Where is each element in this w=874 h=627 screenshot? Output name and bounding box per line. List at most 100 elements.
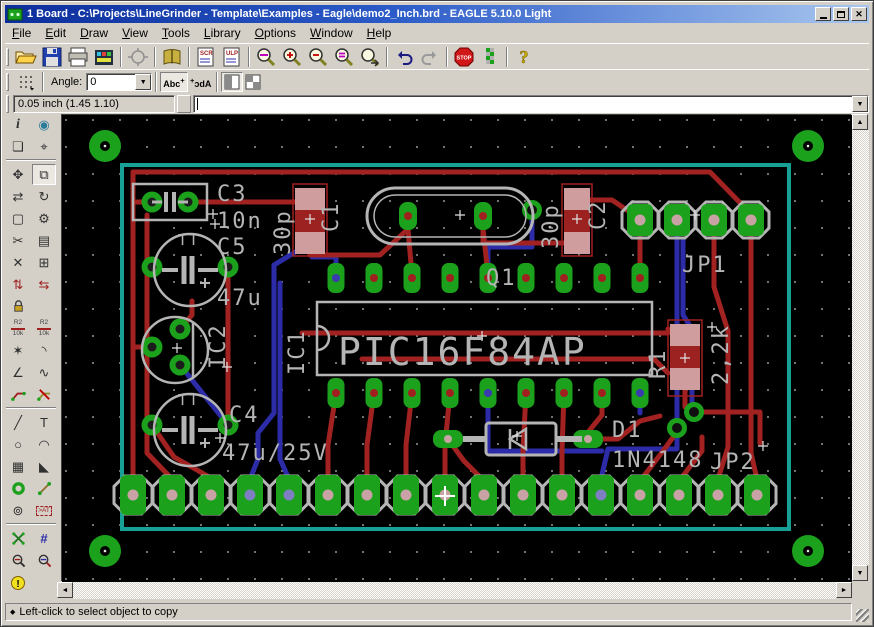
pad-hole[interactable]	[332, 389, 340, 397]
zoom-fit-icon[interactable]	[253, 46, 279, 68]
board-canvas[interactable]: C3 10n C5 47u 30p C1 Q1 30p C2 JP1 IC1 PIC16F84AP IC…	[61, 114, 852, 582]
tool-mark-icon[interactable]: ⌖	[32, 136, 56, 157]
pad-hole[interactable]	[166, 489, 178, 501]
zoom-in-icon[interactable]	[279, 46, 305, 68]
pad-hole[interactable]	[175, 324, 185, 334]
angle-select[interactable]: 0 ▼	[86, 73, 153, 91]
menu-tools[interactable]: Tools	[155, 24, 197, 43]
pad-hole[interactable]	[408, 389, 416, 397]
minimize-button[interactable]	[815, 7, 831, 21]
pad-hole[interactable]	[478, 489, 490, 501]
board-label[interactable]: C4	[229, 403, 260, 428]
menu-file[interactable]: File	[5, 24, 38, 43]
tool-group-icon[interactable]: ▢	[6, 208, 30, 229]
pad-hole[interactable]	[127, 489, 139, 501]
grid-icon[interactable]	[13, 71, 39, 93]
pad-hole[interactable]	[598, 274, 606, 282]
vertical-scrollbar[interactable]: ▲ ▼	[852, 114, 869, 581]
pad-hole[interactable]	[370, 389, 378, 397]
tool-attribute-icon[interactable]: >AT	[32, 500, 56, 521]
pad-hole[interactable]	[712, 489, 724, 501]
library-use-icon[interactable]	[159, 46, 185, 68]
quadrant-left-button[interactable]	[221, 72, 244, 92]
board-label[interactable]: 30p	[271, 209, 296, 255]
tool-move-icon[interactable]: ✥	[6, 164, 30, 185]
pad-hole[interactable]	[560, 274, 568, 282]
help-icon[interactable]: ?	[511, 46, 537, 68]
board-label[interactable]: IC2	[206, 323, 231, 369]
board-label[interactable]: 10n	[217, 209, 263, 234]
tool-ratsnest-icon[interactable]	[6, 528, 30, 549]
toolbar-grip[interactable]	[6, 73, 9, 91]
pad-hole[interactable]	[598, 389, 606, 397]
tool-name-icon[interactable]: R2 10k	[6, 318, 30, 339]
tool-paste-icon[interactable]: ▤	[32, 230, 56, 251]
pad-hole[interactable]	[673, 489, 685, 501]
run-script-icon[interactable]: SCR	[193, 46, 219, 68]
scroll-down-icon[interactable]: ▼	[852, 565, 868, 581]
tool-optimize-icon[interactable]: ∿	[32, 362, 56, 383]
pad-hole[interactable]	[404, 212, 412, 220]
tool-wire-icon[interactable]: ╱	[6, 412, 30, 433]
tool-mirror-icon[interactable]: ⇄	[6, 186, 30, 207]
close-button[interactable]: ✕	[851, 7, 867, 21]
pad-hole[interactable]	[595, 489, 607, 501]
toolbar-grip[interactable]	[6, 95, 9, 113]
tool-split-icon[interactable]: ∠	[6, 362, 30, 383]
tool-copy-icon[interactable]: ⧉	[32, 164, 56, 185]
tool-auto-icon[interactable]: #	[32, 528, 56, 549]
tool-route-icon[interactable]	[6, 384, 30, 405]
board-label[interactable]: 30p	[539, 203, 564, 249]
pad-hole[interactable]	[560, 389, 568, 397]
scroll-right-icon[interactable]: ►	[836, 582, 852, 598]
scroll-up-icon[interactable]: ▲	[852, 114, 868, 130]
pad-hole[interactable]	[634, 489, 646, 501]
tool-drc-icon[interactable]	[6, 550, 30, 571]
board-label[interactable]: 47u	[217, 286, 263, 311]
text-orientation-mirror-button[interactable]: Abc+	[188, 72, 213, 92]
pad-hole[interactable]	[322, 489, 334, 501]
tool-hole-icon[interactable]: ⊚	[6, 500, 30, 521]
tool-display-icon[interactable]: ❏	[6, 136, 30, 157]
pad-hole[interactable]	[205, 489, 217, 501]
pad-hole[interactable]	[283, 489, 295, 501]
tool-circle-icon[interactable]: ○	[6, 434, 30, 455]
menu-draw[interactable]: Draw	[73, 24, 115, 43]
board-label[interactable]: C3	[217, 182, 248, 207]
stop-icon[interactable]: STOP	[451, 46, 477, 68]
menu-options[interactable]: Options	[248, 24, 303, 43]
resize-grip[interactable]	[856, 609, 869, 622]
zoom-out-icon[interactable]	[305, 46, 331, 68]
menu-window[interactable]: Window	[303, 24, 360, 43]
pad-hole[interactable]	[517, 489, 529, 501]
toolbar-grip[interactable]	[177, 95, 191, 113]
board-label[interactable]: Q1	[486, 266, 517, 291]
tool-errors-icon[interactable]: !	[6, 572, 30, 593]
tool-text-icon[interactable]: T	[32, 412, 56, 433]
print-icon[interactable]	[65, 46, 91, 68]
pad-hole[interactable]	[370, 274, 378, 282]
tool-add-icon[interactable]: ⊞	[32, 252, 56, 273]
command-dropdown-icon[interactable]: ▼	[852, 96, 868, 112]
pad-hole[interactable]	[446, 274, 454, 282]
pad-hole[interactable]	[584, 435, 592, 443]
tool-replace-icon[interactable]: ⇆	[32, 274, 56, 295]
pad-hole[interactable]	[332, 274, 340, 282]
tool-rect-icon[interactable]: ▦	[6, 456, 30, 477]
undo-icon[interactable]	[391, 46, 417, 68]
board-label[interactable]: TT	[178, 231, 200, 249]
board-label[interactable]: C2	[586, 200, 611, 231]
run-ulp-icon[interactable]: ULP	[219, 46, 245, 68]
tool-ripup-icon[interactable]	[32, 384, 56, 405]
quadrant-all-button[interactable]	[243, 72, 263, 92]
maximize-button[interactable]	[833, 7, 849, 21]
pad-hole[interactable]	[745, 214, 757, 226]
tool-info-icon[interactable]: i	[6, 114, 30, 135]
pad-hole[interactable]	[479, 212, 487, 220]
pad-hole[interactable]	[634, 214, 646, 226]
board-label[interactable]: JP2	[710, 450, 756, 475]
pad-hole[interactable]	[636, 274, 644, 282]
pad-hole[interactable]	[708, 214, 720, 226]
tool-lock-icon[interactable]	[6, 296, 30, 317]
pad-hole[interactable]	[671, 214, 683, 226]
